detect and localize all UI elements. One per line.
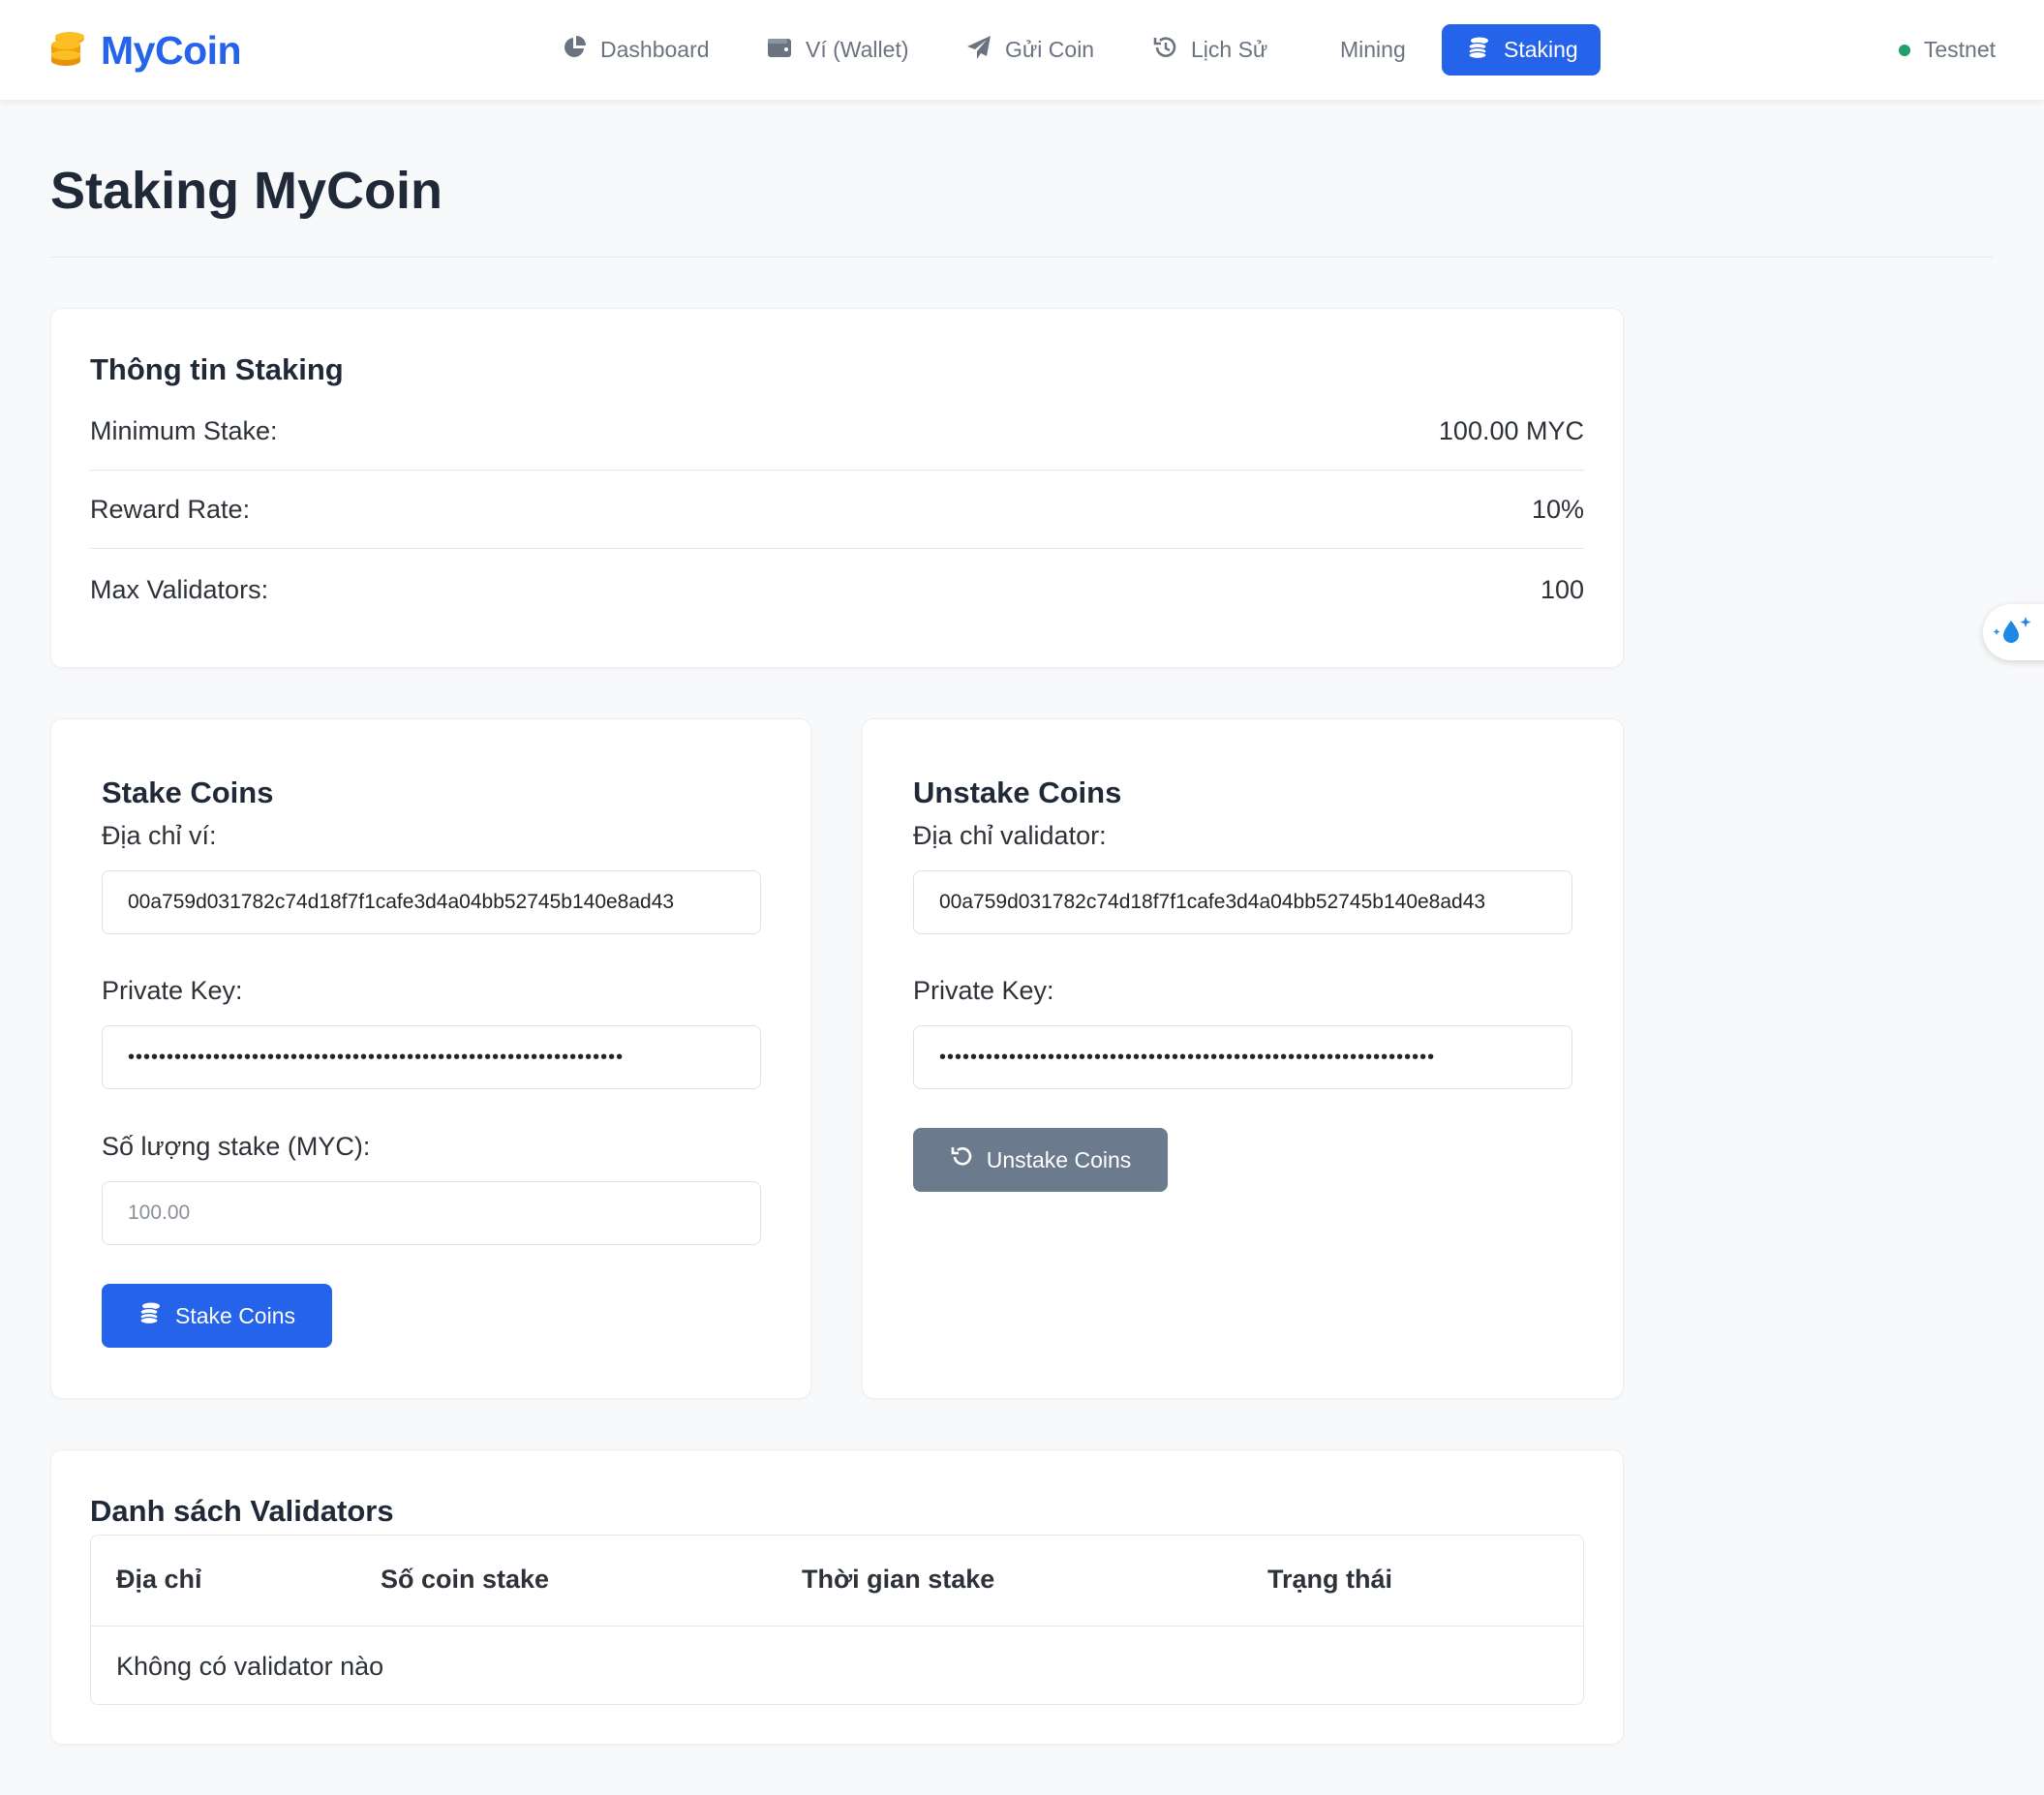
info-value: 10% [1531, 495, 1584, 524]
floating-assistant-button[interactable] [1983, 604, 2044, 660]
stake-key-label: Private Key: [102, 976, 243, 1005]
validator-address-input[interactable]: 00a759d031782c74d18f7f1cafe3d4a04bb52745… [913, 870, 1572, 934]
nav-send-coin[interactable]: Gửi Coin [941, 24, 1119, 76]
title-divider [50, 257, 1993, 258]
stake-coins-button[interactable]: Stake Coins [102, 1284, 332, 1348]
nav-send-coin-label: Gửi Coin [1005, 37, 1095, 62]
empty-state-text: Không có validator nào [116, 1652, 384, 1681]
column-header: Địa chỉ [116, 1565, 202, 1594]
staking-info-card: Thông tin Staking Minimum Stake: 100.00 … [50, 308, 1624, 668]
info-row-minimum-stake: Minimum Stake: 100.00 MYC [90, 393, 1584, 471]
history-icon [1152, 35, 1177, 66]
stake-heading: Stake Coins [102, 776, 274, 809]
unstake-private-key-input[interactable]: ••••••••••••••••••••••••••••••••••••••••… [913, 1025, 1572, 1089]
paper-plane-icon [966, 35, 991, 66]
validators-table: Địa chỉ Số coin stake Thời gian stake Tr… [90, 1535, 1584, 1705]
nav-history[interactable]: Lịch Sử [1127, 24, 1293, 76]
stake-card: Stake Coins Địa chỉ ví: 00a759d031782c74… [50, 718, 811, 1399]
chart-pie-icon [562, 35, 587, 66]
stake-amount-input[interactable]: 100.00 [102, 1181, 761, 1245]
unstake-key-label: Private Key: [913, 976, 1054, 1005]
network-indicator: Testnet [1898, 24, 1996, 76]
nav-dashboard-label: Dashboard [600, 37, 710, 62]
staking-info-heading: Thông tin Staking [90, 352, 344, 386]
validators-heading: Danh sách Validators [90, 1494, 394, 1528]
nav-staking[interactable]: Staking [1442, 24, 1601, 76]
column-header: Thời gian stake [802, 1565, 995, 1594]
coins-icon [138, 1301, 162, 1330]
info-row-reward-rate: Reward Rate: 10% [90, 472, 1584, 549]
sparkle-drop-icon [1991, 613, 2033, 653]
info-value: 100 [1540, 574, 1584, 604]
stake-amount-label: Số lượng stake (MYC): [102, 1132, 371, 1161]
info-label: Max Validators: [90, 574, 269, 604]
coins-icon [1467, 36, 1490, 65]
nav-wallet[interactable]: Ví (Wallet) [742, 24, 934, 76]
stake-address-input[interactable]: 00a759d031782c74d18f7f1cafe3d4a04bb52745… [102, 870, 761, 934]
nav-mining[interactable]: Mining [1315, 24, 1431, 76]
info-row-max-validators: Max Validators: 100 [90, 551, 1584, 628]
page-title: Staking MyCoin [50, 162, 443, 220]
brand-logo[interactable]: MyCoin [48, 25, 242, 76]
info-label: Reward Rate: [90, 495, 251, 524]
network-name: Testnet [1923, 37, 1996, 62]
top-navbar: MyCoin Dashboard Ví (Wallet) Gửi Coin Lị… [0, 0, 2044, 101]
validators-card: Danh sách Validators Địa chỉ Số coin sta… [50, 1449, 1624, 1745]
unstake-heading: Unstake Coins [913, 776, 1122, 809]
column-header: Trạng thái [1267, 1565, 1393, 1594]
stake-private-key-input[interactable]: ••••••••••••••••••••••••••••••••••••••••… [102, 1025, 761, 1089]
table-header: Địa chỉ Số coin stake Thời gian stake Tr… [91, 1536, 1583, 1627]
stake-button-label: Stake Coins [174, 1302, 295, 1328]
stake-address-label: Địa chỉ ví: [102, 821, 217, 850]
unstake-button-label: Unstake Coins [986, 1146, 1132, 1172]
undo-icon [950, 1145, 973, 1174]
wallet-icon [767, 36, 792, 65]
coins-logo-icon [48, 30, 87, 72]
info-value: 100.00 MYC [1438, 416, 1584, 445]
unstake-card: Unstake Coins Địa chỉ validator: 00a759d… [862, 718, 1624, 1399]
nav-wallet-label: Ví (Wallet) [806, 37, 909, 62]
nav-mining-label: Mining [1340, 37, 1406, 62]
nav-dashboard[interactable]: Dashboard [536, 24, 735, 76]
unstake-coins-button[interactable]: Unstake Coins [913, 1128, 1168, 1192]
status-dot-icon [1898, 44, 1910, 56]
nav-history-label: Lịch Sử [1191, 37, 1268, 62]
unstake-address-label: Địa chỉ validator: [913, 821, 1107, 850]
info-label: Minimum Stake: [90, 416, 278, 445]
brand-name: MyCoin [101, 27, 242, 73]
column-header: Số coin stake [381, 1565, 550, 1594]
nav-staking-label: Staking [1504, 37, 1578, 62]
